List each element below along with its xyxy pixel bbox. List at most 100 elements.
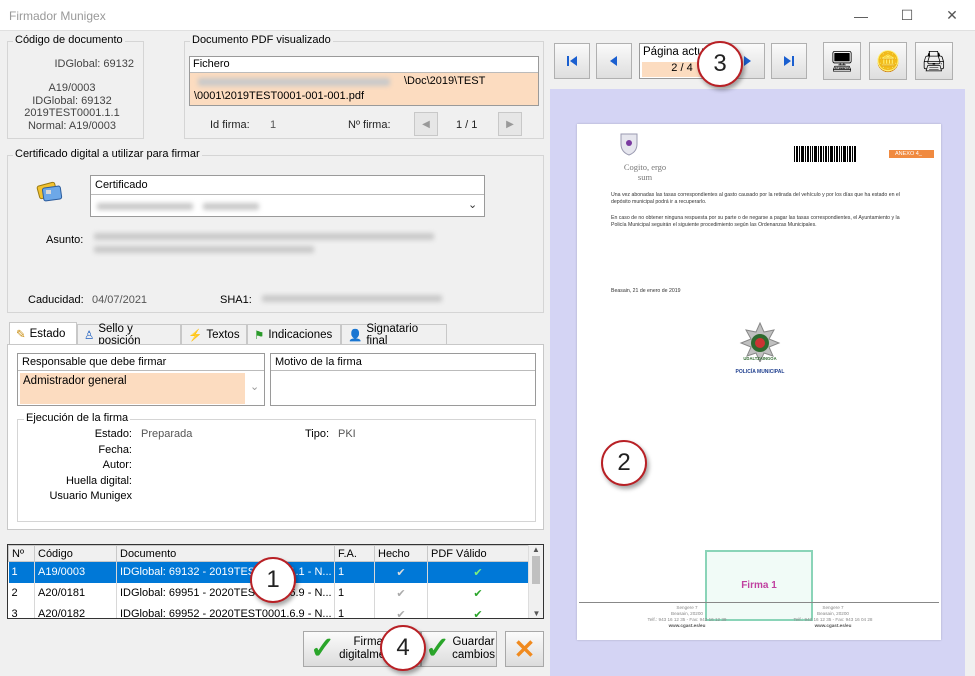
flag-icon: ⚑ xyxy=(254,330,265,342)
preview-date: Beasain, 21 de enero de 2019 xyxy=(611,288,681,294)
col-hecho[interactable]: Hecho xyxy=(374,545,428,562)
hecho-check-icon: ✔ xyxy=(374,561,428,583)
tab-sello-posicion[interactable]: ♙ Sello y posición xyxy=(77,323,181,347)
valid-check-icon: ✔ xyxy=(427,561,529,583)
title-bar: Firmador Munigex — ☐ ✕ xyxy=(0,0,975,31)
nfirma-prev-button[interactable]: ◀ xyxy=(414,112,438,136)
col-documento[interactable]: Documento xyxy=(116,545,335,562)
ejecucion-legend: Ejecución de la firma xyxy=(24,412,131,424)
valid-check-icon: ✔ xyxy=(427,603,529,618)
tipo-value: PKI xyxy=(338,428,356,440)
policia-text: POLICÍA MUNICIPAL xyxy=(735,369,785,375)
certificado-select[interactable]: Certificado ⌄ xyxy=(90,175,485,217)
codigo-idglobal: IDGlobal: 69132 xyxy=(54,58,135,70)
redacted-path xyxy=(198,78,390,86)
maximize-button[interactable]: ☐ xyxy=(884,0,930,31)
redacted-asunto-1 xyxy=(94,233,434,240)
tab-signatario-final[interactable]: 👤 Signatario final xyxy=(341,323,447,347)
preview-paragraph-2: En caso de no obtener ninguna respuesta … xyxy=(611,215,900,228)
idfirma-value: 1 xyxy=(270,119,277,131)
table-scrollbar[interactable]: ▲ ▼ xyxy=(528,545,543,618)
fichero-box[interactable]: Fichero \Doc\2019\TEST \0001\2019TEST000… xyxy=(189,56,539,106)
tab-indicaciones[interactable]: ⚑ Indicaciones xyxy=(247,324,341,345)
nfirma-value: 1 / 1 xyxy=(456,119,478,131)
idfirma-label: Id firma: xyxy=(210,119,250,131)
responsable-label: Responsable que debe firmar xyxy=(18,354,264,371)
hecho-check-icon: ✔ xyxy=(374,582,428,604)
pdf-page: Cogito, ergo sum ANEXO 4_ Una vez abonada… xyxy=(577,124,941,640)
last-page-icon xyxy=(784,56,794,66)
signature-label: Firma 1 xyxy=(741,580,777,591)
shield-logo-icon xyxy=(619,132,639,156)
estado-label: Estado: xyxy=(94,428,132,440)
callout-4: 4 xyxy=(380,625,426,671)
checkmark-icon: ✓ xyxy=(425,632,451,665)
footer-right: Sengere 7 Beasain, 20200 Telf.: 943 16 12 … xyxy=(793,605,873,628)
table-row[interactable]: 3 A20/0182 IDGlobal: 69952 - 2020TEST000… xyxy=(8,603,529,618)
motivo-field[interactable]: Motivo de la firma xyxy=(270,353,536,406)
first-page-button[interactable] xyxy=(554,43,590,79)
codigo-legend: Código de documento xyxy=(13,34,125,46)
caducidad-label: Caducidad: xyxy=(28,294,84,306)
logo-text: Cogito, ergo sum xyxy=(623,162,667,182)
minimize-button[interactable]: — xyxy=(838,0,884,31)
pen-icon: ✎ xyxy=(16,329,26,341)
last-page-button[interactable] xyxy=(771,43,807,79)
cancel-button[interactable]: ✕ xyxy=(505,631,544,667)
fecha-label: Fecha: xyxy=(98,444,132,456)
col-fa[interactable]: F.A. xyxy=(334,545,375,562)
fichero-path: \Doc\2019\TEST \0001\2019TEST0001-001-00… xyxy=(190,73,538,105)
fichero-label: Fichero xyxy=(190,57,538,73)
chevron-down-icon[interactable]: ⌄ xyxy=(250,380,259,393)
close-button[interactable]: ✕ xyxy=(929,0,975,31)
redacted-sha1 xyxy=(262,295,442,302)
callout-3: 3 xyxy=(697,41,743,87)
nfirma-next-button[interactable]: ▶ xyxy=(498,112,522,136)
tab-estado[interactable]: ✎ Estado xyxy=(9,322,77,345)
huella-label: Huella digital: xyxy=(65,475,132,487)
checkmark-icon: ✓ xyxy=(310,632,336,665)
monitor-pen-icon: 🖥 xyxy=(829,50,855,73)
person-icon: ♙ xyxy=(84,330,95,342)
pdf-legend: Documento PDF visualizado xyxy=(190,34,333,46)
seal-text: UDALTZAINGOA xyxy=(743,356,777,361)
responsable-value: Admistrador general xyxy=(20,373,245,404)
anexo-badge: ANEXO 4_ xyxy=(889,150,934,158)
redacted-asunto-2 xyxy=(94,246,314,253)
guardar-cambios-button[interactable]: ✓ Guardar cambios xyxy=(421,631,497,667)
prev-page-button[interactable] xyxy=(596,43,632,79)
certificado-label: Certificado xyxy=(91,176,484,195)
certificate-cards-icon xyxy=(36,180,64,204)
document-tool-button[interactable]: 🖥 xyxy=(823,42,861,80)
callout-2: 2 xyxy=(601,440,647,486)
chevron-down-icon[interactable]: ⌄ xyxy=(468,198,477,211)
col-pdf-valido[interactable]: PDF Válido xyxy=(427,545,529,562)
first-page-icon xyxy=(567,56,577,66)
footer-rule xyxy=(579,602,939,603)
redacted-cert-name xyxy=(97,203,193,210)
asunto-label: Asunto: xyxy=(46,234,84,246)
codigo-lines: A19/0003 IDGlobal: 69132 2019TEST0001.1.1 N… xyxy=(24,82,120,132)
redacted-cert-id xyxy=(203,203,259,210)
tab-textos[interactable]: ⚡ Textos xyxy=(181,324,247,345)
hecho-check-icon: ✔ xyxy=(374,603,428,618)
motivo-label: Motivo de la firma xyxy=(271,354,535,371)
sha1-label: SHA1: xyxy=(220,294,252,306)
print-button[interactable]: 🖨 xyxy=(915,42,953,80)
usuario-label: Usuario Munigex xyxy=(49,490,132,502)
user-icon: 👤 xyxy=(348,330,363,342)
autor-label: Autor: xyxy=(102,459,132,471)
col-codigo[interactable]: Código xyxy=(34,545,117,562)
coin-button[interactable]: 🪙 xyxy=(869,42,907,80)
caducidad-value: 04/07/2021 xyxy=(92,294,148,306)
callout-1: 1 xyxy=(250,557,296,603)
responsable-select[interactable]: Responsable que debe firmar Admistrador … xyxy=(17,353,265,406)
lightning-icon: ⚡ xyxy=(188,330,203,342)
barcode xyxy=(794,146,856,166)
col-n[interactable]: Nº xyxy=(8,545,35,562)
footer-left: Sengere 7 Beasain, 20200 Telf.: 943 16 12 … xyxy=(647,605,727,628)
printer-icon: 🖨 xyxy=(921,50,947,73)
coin-icon: 🪙 xyxy=(875,50,901,73)
prev-page-icon xyxy=(610,56,617,66)
cert-legend: Certificado digital a utilizar para firm… xyxy=(13,148,202,160)
